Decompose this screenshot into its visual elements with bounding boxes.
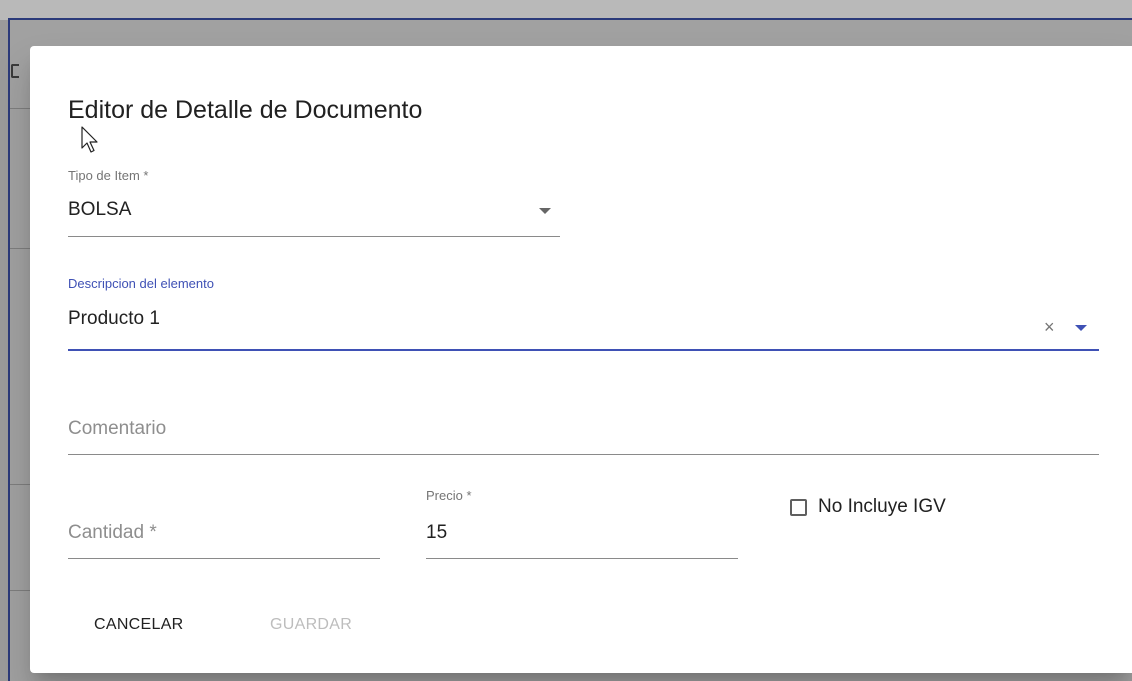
description-label: Descripcion del elemento [68, 276, 214, 291]
mouse-cursor-icon [81, 126, 98, 153]
price-value[interactable]: 15 [426, 522, 447, 544]
clear-icon[interactable]: × [1044, 318, 1055, 336]
background-divider [10, 590, 30, 591]
background-topbar [0, 0, 1132, 20]
no-igv-checkbox[interactable] [790, 498, 807, 516]
comment-placeholder: Comentario [68, 418, 167, 439]
caret-down-icon[interactable] [1075, 325, 1087, 331]
no-igv-label[interactable]: No Incluye IGV [818, 496, 946, 518]
price-label: Precio * [426, 488, 472, 503]
background-divider [10, 108, 30, 109]
quantity-underline [68, 558, 380, 559]
item-type-select[interactable]: Tipo de Item * BOLSA [68, 166, 560, 238]
comment-underline [68, 454, 1099, 455]
description-autocomplete[interactable]: Descripcion del elemento Producto 1 × [68, 274, 1099, 354]
comment-input[interactable]: Comentario [68, 414, 1099, 456]
no-igv-checkbox-control[interactable]: No Incluye IGV [790, 494, 946, 520]
quantity-input[interactable]: Cantidad * [68, 518, 380, 560]
save-button[interactable]: GUARDAR [270, 616, 352, 634]
background-divider [10, 484, 30, 485]
item-type-value: BOLSA [68, 199, 132, 220]
item-type-underline [68, 236, 560, 237]
background-divider [10, 248, 30, 249]
description-underline [68, 349, 1099, 351]
price-underline [426, 558, 738, 559]
item-type-label: Tipo de Item * [68, 168, 149, 183]
cancel-button[interactable]: CANCELAR [94, 616, 184, 634]
background-calendar-icon [11, 64, 19, 78]
document-detail-editor-dialog: Editor de Detalle de Documento Tipo de I… [30, 46, 1132, 673]
dialog-title: Editor de Detalle de Documento [68, 96, 423, 124]
price-input[interactable]: Precio * 15 [426, 486, 738, 560]
quantity-placeholder: Cantidad * [68, 522, 157, 543]
caret-down-icon[interactable] [539, 208, 551, 214]
description-input[interactable]: Producto 1 [68, 308, 160, 330]
